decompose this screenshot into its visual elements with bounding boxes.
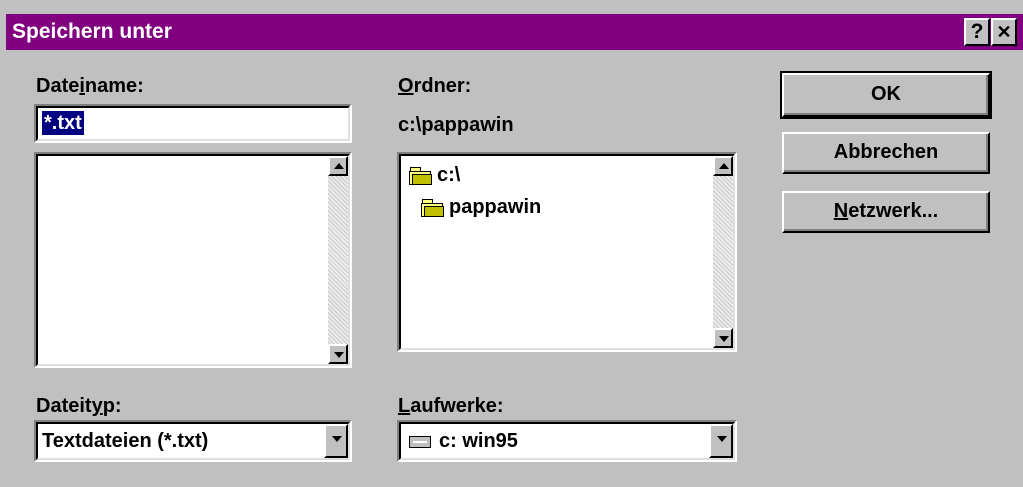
filename-input[interactable]: *.txt <box>34 104 352 143</box>
ok-button-label: OK <box>871 83 901 105</box>
drives-dropdown-button[interactable] <box>709 424 733 458</box>
arrow-up-icon <box>334 163 344 169</box>
cancel-button[interactable]: Abbrechen <box>782 132 990 174</box>
network-button-label: Netzwerk... <box>833 200 939 222</box>
title-bar[interactable]: Speichern unter ? ✕ <box>6 14 1023 50</box>
open-folder-icon <box>421 199 444 217</box>
folder-tree[interactable]: c:\ pappawin <box>397 152 737 352</box>
scroll-up-button[interactable] <box>328 156 348 176</box>
drives-label: Laufwerke: <box>398 395 504 417</box>
drives-select[interactable]: c: win95 <box>397 420 737 462</box>
filetype-value: Textdateien (*.txt) <box>42 430 209 452</box>
tree-item-label: pappawin <box>449 196 542 218</box>
arrow-down-icon <box>334 352 344 358</box>
filetype-select[interactable]: Textdateien (*.txt) <box>34 420 352 462</box>
tree-item[interactable]: c:\ <box>409 162 609 188</box>
scroll-down-button[interactable] <box>713 328 733 348</box>
open-folder-icon <box>409 167 432 185</box>
scroll-up-button[interactable] <box>713 156 733 176</box>
scroll-down-button[interactable] <box>328 344 348 364</box>
ok-button[interactable]: OK <box>780 71 992 119</box>
arrow-down-icon <box>719 336 729 342</box>
tree-item-label: c:\ <box>437 164 461 186</box>
close-button[interactable]: ✕ <box>991 18 1017 46</box>
file-list[interactable] <box>34 152 352 368</box>
cancel-button-label: Abbrechen <box>833 141 939 163</box>
chevron-down-icon <box>717 436 727 442</box>
arrow-up-icon <box>719 163 729 169</box>
tree-item[interactable]: pappawin <box>421 194 621 220</box>
close-icon: ✕ <box>996 22 1012 42</box>
hard-drive-icon <box>409 436 431 448</box>
filetype-dropdown-button[interactable] <box>324 424 348 458</box>
filename-label: Dateiname: <box>36 75 144 97</box>
save-as-dialog: Speichern unter ? ✕ Dateiname: *.txt Dat… <box>0 0 1023 487</box>
filename-value: *.txt <box>42 111 84 135</box>
help-button[interactable]: ? <box>964 18 990 46</box>
help-icon: ? <box>970 20 984 43</box>
file-list-scrollbar[interactable] <box>328 156 348 364</box>
dialog-title: Speichern unter <box>12 20 172 43</box>
filetype-label: Dateityp: <box>36 395 122 417</box>
network-button[interactable]: Netzwerk... <box>782 191 990 233</box>
folder-tree-scrollbar[interactable] <box>713 156 733 348</box>
current-folder-path: c:\pappawin <box>398 114 514 136</box>
drives-value: c: win95 <box>439 430 518 452</box>
chevron-down-icon <box>332 436 342 442</box>
folder-label: Ordner: <box>398 75 472 97</box>
